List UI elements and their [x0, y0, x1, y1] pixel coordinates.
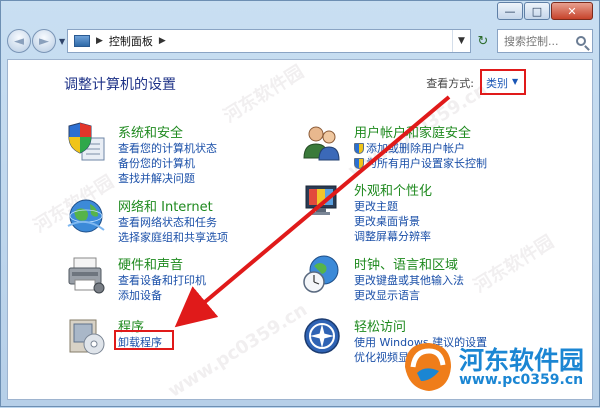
view-by-highlight-box: [480, 69, 526, 95]
printer-icon: [68, 257, 105, 294]
page-title: 调整计算机的设置: [64, 77, 176, 93]
minimize-button[interactable]: —: [497, 2, 523, 20]
category-title[interactable]: 时钟、语言和区域: [354, 254, 458, 273]
link-desktop-background[interactable]: 更改桌面背景: [354, 213, 420, 229]
caption-buttons: — □ ✕: [496, 2, 593, 20]
view-by-label: 查看方式:: [426, 77, 474, 90]
close-button[interactable]: ✕: [551, 2, 593, 20]
navigation-bar: ◄ ► ▼ ▶ 控制面板 ▶ ▼ ↻: [7, 26, 593, 56]
uac-shield-icon: [354, 142, 364, 154]
users-icon: [303, 126, 340, 161]
category-clock-language: 时钟、语言和区域 更改键盘或其他输入法 更改显示语言: [302, 254, 562, 304]
back-button[interactable]: ◄: [7, 29, 31, 53]
breadcrumb-separator-after[interactable]: ▶: [159, 36, 166, 46]
brand-logo: 河东软件园 www.pc0359.cn: [399, 337, 595, 395]
category-user-accounts: 用户帐户和家庭安全 添加或删除用户帐户 为所有用户设置家长控制: [302, 122, 562, 170]
control-panel-window: — □ ✕ ◄ ► ▼ ▶ 控制面板 ▶ ▼ ↻ 河东软件园 www.pc035…: [0, 0, 600, 407]
link-display-language[interactable]: 更改显示语言: [354, 287, 420, 303]
category-title[interactable]: 硬件和声音: [118, 254, 183, 273]
category-hardware-sound: 硬件和声音 查看设备和打印机 添加设备: [66, 254, 286, 304]
link-add-remove-users[interactable]: 添加或删除用户帐户: [354, 140, 465, 156]
link-view-computer-status[interactable]: 查看您的计算机状态: [118, 140, 217, 156]
category-title[interactable]: 网络和 Internet: [118, 196, 213, 215]
brand-url: www.pc0359.cn: [459, 372, 584, 388]
category-appearance: 外观和个性化 更改主题 更改桌面背景 调整屏幕分辨率: [302, 180, 562, 243]
back-arrow-icon: ◄: [14, 33, 24, 49]
forward-button[interactable]: ►: [32, 29, 56, 53]
shield-checklist-icon: [68, 122, 105, 161]
uninstall-highlight-box: [114, 330, 174, 350]
watermark-text: 河东软件园: [220, 61, 308, 128]
uac-shield-icon: [354, 157, 364, 169]
link-troubleshoot[interactable]: 查找并解决问题: [118, 170, 195, 186]
link-backup-computer[interactable]: 备份您的计算机: [118, 155, 195, 171]
ease-of-access-icon: [304, 318, 340, 354]
address-bar[interactable]: ▶ 控制面板 ▶ ▼: [67, 29, 471, 53]
link-change-input-methods[interactable]: 更改键盘或其他输入法: [354, 272, 464, 288]
link-text: 为所有用户设置家长控制: [366, 157, 487, 170]
category-programs: 程序 卸载程序: [66, 316, 286, 366]
link-add-device[interactable]: 添加设备: [118, 287, 162, 303]
link-screen-resolution[interactable]: 调整屏幕分辨率: [354, 228, 431, 244]
link-devices-printers[interactable]: 查看设备和打印机: [118, 272, 206, 288]
monitor-paint-icon: [305, 185, 337, 215]
title-bar: — □ ✕: [1, 1, 599, 23]
link-change-theme[interactable]: 更改主题: [354, 198, 398, 214]
refresh-icon: ↻: [477, 33, 489, 49]
link-homegroup-sharing[interactable]: 选择家庭组和共享选项: [118, 229, 228, 245]
link-parental-controls[interactable]: 为所有用户设置家长控制: [354, 155, 487, 171]
globe-network-icon: [67, 199, 105, 233]
control-panel-icon: [74, 35, 90, 47]
search-input[interactable]: [504, 34, 572, 48]
search-icon[interactable]: [576, 36, 586, 46]
breadcrumb-control-panel[interactable]: 控制面板: [109, 33, 153, 49]
maximize-button[interactable]: □: [524, 2, 550, 20]
category-system-security: 系统和安全 查看您的计算机状态 备份您的计算机 查找并解决问题: [66, 122, 286, 185]
category-title[interactable]: 轻松访问: [354, 316, 406, 335]
search-box[interactable]: [497, 29, 593, 53]
forward-arrow-icon: ►: [39, 33, 49, 49]
category-title[interactable]: 用户帐户和家庭安全: [354, 122, 471, 141]
category-title[interactable]: 系统和安全: [118, 122, 183, 141]
address-right: ▼: [452, 30, 470, 52]
link-text: 添加或删除用户帐户: [366, 142, 465, 155]
clock-globe-icon: [303, 255, 339, 293]
refresh-button[interactable]: ↻: [473, 29, 493, 53]
brand-mark-icon: [405, 343, 451, 391]
program-box-icon: [69, 319, 105, 355]
category-title[interactable]: 外观和个性化: [354, 180, 432, 199]
address-dropdown-button[interactable]: ▼: [452, 30, 470, 52]
category-network-internet: 网络和 Internet 查看网络状态和任务 选择家庭组和共享选项: [66, 196, 286, 246]
breadcrumb-separator[interactable]: ▶: [96, 36, 103, 46]
link-network-status[interactable]: 查看网络状态和任务: [118, 214, 217, 230]
